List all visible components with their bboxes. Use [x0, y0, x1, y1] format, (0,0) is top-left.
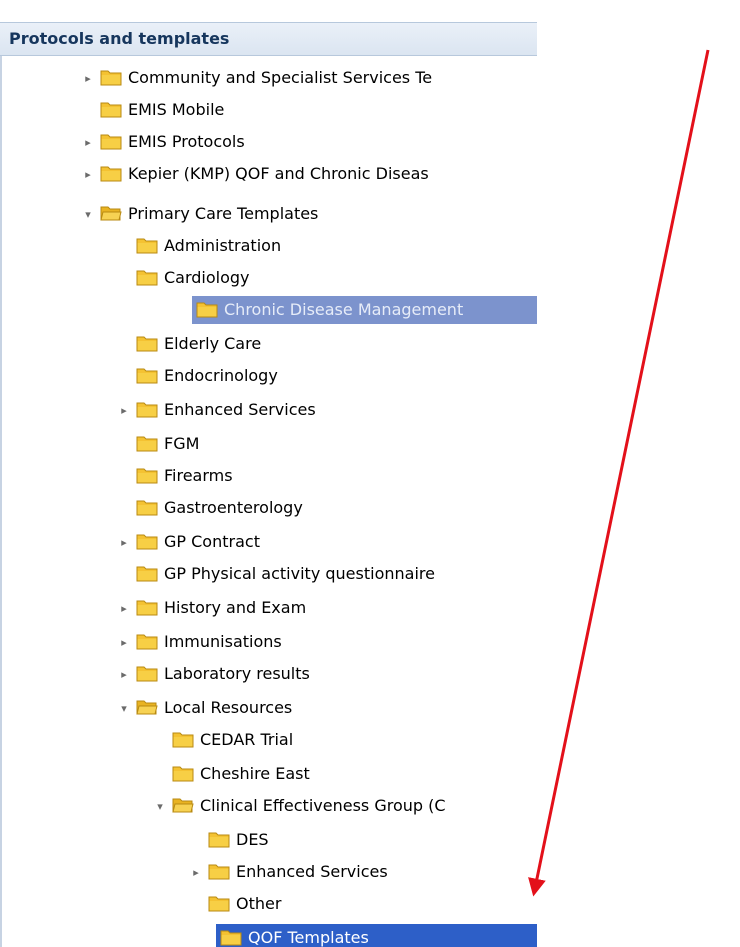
annotation-arrow: [528, 49, 710, 897]
annotation-arrow-line: [528, 49, 710, 897]
